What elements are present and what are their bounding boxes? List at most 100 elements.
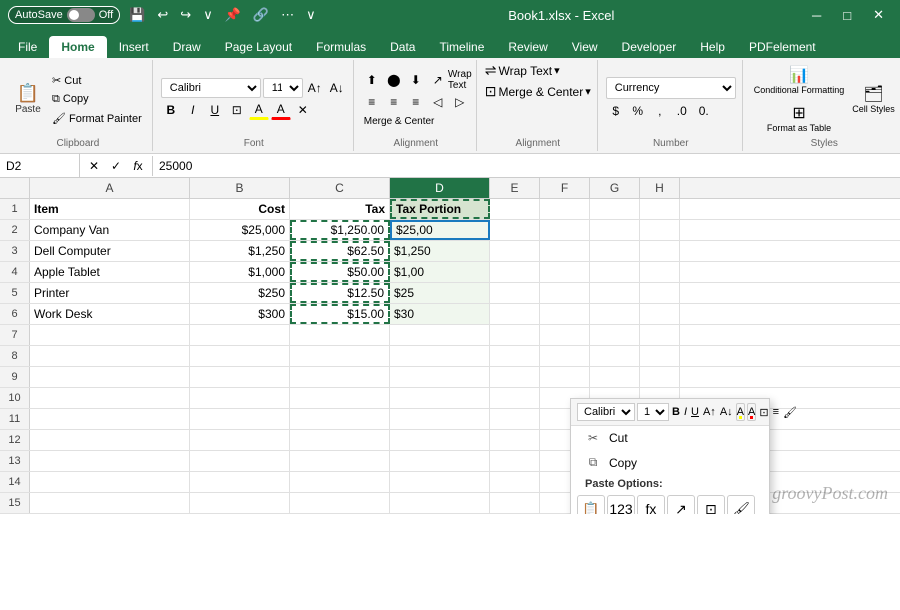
col-header-h[interactable]: H — [640, 178, 680, 198]
ctx-border-btn[interactable]: ⊡ — [758, 403, 769, 421]
cell-c5[interactable]: $12.50 — [290, 283, 390, 303]
col-header-d[interactable]: D — [390, 178, 490, 198]
cell-a5[interactable]: Printer — [30, 283, 190, 303]
cell-d9[interactable] — [390, 367, 490, 387]
cell-h5[interactable] — [640, 283, 680, 303]
number-format-select[interactable]: Currency — [606, 77, 736, 99]
cell-c1[interactable]: Tax — [290, 199, 390, 219]
cell-f2[interactable] — [540, 220, 590, 240]
cell-a1[interactable]: Item — [30, 199, 190, 219]
font-name-select[interactable]: Calibri — [161, 78, 261, 98]
cell-e15[interactable] — [490, 493, 540, 513]
ctx-fill-color-btn[interactable]: A — [736, 403, 745, 421]
cell-c6[interactable]: $15.00 — [290, 304, 390, 324]
cell-b15[interactable] — [190, 493, 290, 513]
tab-pdfelement[interactable]: PDFelement — [737, 36, 828, 58]
col-header-e[interactable]: E — [490, 178, 540, 198]
percent-btn[interactable]: % — [628, 101, 648, 121]
underline-button[interactable]: U — [205, 100, 225, 120]
cell-b7[interactable] — [190, 325, 290, 345]
tab-data[interactable]: Data — [378, 36, 427, 58]
merge-center-text[interactable]: Merge & Center — [499, 85, 584, 99]
cell-d4[interactable]: $1,00 — [390, 262, 490, 282]
cell-a11[interactable] — [30, 409, 190, 429]
minimize-button[interactable]: ─ — [804, 5, 829, 25]
share-icon[interactable]: 🔗 — [250, 5, 272, 25]
cell-b8[interactable] — [190, 346, 290, 366]
cell-c4[interactable]: $50.00 — [290, 262, 390, 282]
cell-d10[interactable] — [390, 388, 490, 408]
cell-d3[interactable]: $1,250 — [390, 241, 490, 261]
tab-home[interactable]: Home — [49, 36, 106, 58]
cell-g9[interactable] — [590, 367, 640, 387]
cell-b5[interactable]: $250 — [190, 283, 290, 303]
cell-a9[interactable] — [30, 367, 190, 387]
ctx-paste-btn-4[interactable]: ↗ — [667, 495, 695, 514]
border-button[interactable]: ⊡ — [227, 100, 247, 120]
align-middle-btn[interactable]: ⬤ — [384, 70, 404, 90]
ctx-underline-btn[interactable]: U — [690, 403, 700, 421]
cell-e6[interactable] — [490, 304, 540, 324]
cell-b3[interactable]: $1,250 — [190, 241, 290, 261]
cell-e14[interactable] — [490, 472, 540, 492]
fill-color-button[interactable]: A — [249, 100, 269, 120]
tab-file[interactable]: File — [6, 36, 49, 58]
cell-c13[interactable] — [290, 451, 390, 471]
conditional-formatting-button[interactable]: 📊 Conditional Formatting — [751, 62, 848, 98]
cell-g5[interactable] — [590, 283, 640, 303]
cell-h8[interactable] — [640, 346, 680, 366]
cell-d5[interactable]: $25 — [390, 283, 490, 303]
col-header-f[interactable]: F — [540, 178, 590, 198]
tab-draw[interactable]: Draw — [161, 36, 213, 58]
formula-input[interactable] — [153, 159, 900, 173]
redo-icon[interactable]: ↪ — [177, 5, 194, 25]
cell-c8[interactable] — [290, 346, 390, 366]
cell-e7[interactable] — [490, 325, 540, 345]
align-top-btn[interactable]: ⬆ — [362, 70, 382, 90]
cell-b2[interactable]: $25,000 — [190, 220, 290, 240]
cell-c14[interactable] — [290, 472, 390, 492]
italic-button[interactable]: I — [183, 100, 203, 120]
cell-e5[interactable] — [490, 283, 540, 303]
cell-h4[interactable] — [640, 262, 680, 282]
ctx-align-btn[interactable]: ≡ — [772, 403, 780, 421]
cell-d15[interactable] — [390, 493, 490, 513]
comma-btn[interactable]: , — [650, 101, 670, 121]
ctx-increase-font-btn[interactable]: A↑ — [702, 403, 717, 421]
row-header-6[interactable]: 6 — [0, 304, 30, 324]
cell-a3[interactable]: Dell Computer — [30, 241, 190, 261]
cell-d13[interactable] — [390, 451, 490, 471]
align-left-btn[interactable]: ≡ — [362, 92, 382, 112]
align-right-btn[interactable]: ≡ — [406, 92, 426, 112]
copy-button[interactable]: ⧉ Copy — [48, 91, 146, 108]
maximize-button[interactable]: □ — [835, 5, 859, 25]
row-header-12[interactable]: 12 — [0, 430, 30, 450]
tab-formulas[interactable]: Formulas — [304, 36, 378, 58]
ctx-font-name-select[interactable]: Calibri — [577, 403, 635, 421]
cell-g7[interactable] — [590, 325, 640, 345]
cell-b13[interactable] — [190, 451, 290, 471]
increase-indent-btn[interactable]: ▷ — [450, 92, 470, 112]
merge-center-dropdown[interactable]: ▾ — [585, 85, 591, 98]
tab-developer[interactable]: Developer — [610, 36, 689, 58]
cell-f4[interactable] — [540, 262, 590, 282]
align-center-btn[interactable]: ≡ — [384, 92, 404, 112]
format-painter-button[interactable]: 🖌 Format Painter — [48, 110, 146, 127]
row-header-8[interactable]: 8 — [0, 346, 30, 366]
cell-f9[interactable] — [540, 367, 590, 387]
ctx-copy-item[interactable]: ⧉ Copy — [571, 450, 769, 475]
wrap-text-dropdown[interactable]: ▾ — [554, 64, 560, 77]
cut-button[interactable]: ✂ Cut — [48, 72, 146, 89]
ctx-paste-btn-5[interactable]: ⊡ — [697, 495, 725, 514]
currency-btn[interactable]: $ — [606, 101, 626, 121]
row-header-10[interactable]: 10 — [0, 388, 30, 408]
tab-page-layout[interactable]: Page Layout — [213, 36, 304, 58]
cell-a15[interactable] — [30, 493, 190, 513]
cell-c15[interactable] — [290, 493, 390, 513]
cell-f7[interactable] — [540, 325, 590, 345]
cell-h9[interactable] — [640, 367, 680, 387]
tab-help[interactable]: Help — [688, 36, 737, 58]
cell-a7[interactable] — [30, 325, 190, 345]
cell-h6[interactable] — [640, 304, 680, 324]
format-as-table-button[interactable]: ⊞ Format as Table — [751, 100, 848, 136]
